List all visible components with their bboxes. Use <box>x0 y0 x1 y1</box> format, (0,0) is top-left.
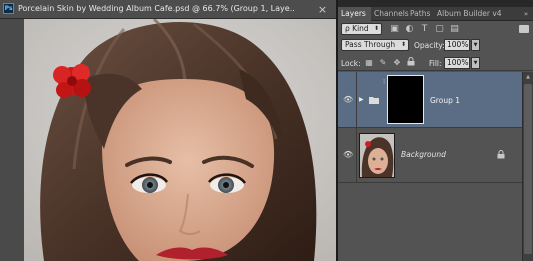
panel-title-bar[interactable] <box>338 0 533 7</box>
tab-paths[interactable]: Paths <box>407 7 434 21</box>
canvas[interactable] <box>24 19 336 261</box>
select-arrows-icon: ⬍ <box>373 25 379 32</box>
tab-layers[interactable]: Layers <box>338 7 371 21</box>
type-icon[interactable]: T <box>418 23 431 35</box>
eye-icon[interactable]: 👁 <box>343 150 353 160</box>
document-title: Porcelain Skin by Wedding Album Cafe.psd… <box>18 4 294 13</box>
fill-label: Fill: <box>429 59 442 68</box>
layer-name[interactable]: Background <box>401 150 446 159</box>
select-arrows-icon: ⬍ <box>400 41 406 48</box>
filter-kind-select[interactable]: ρ Kind ⬍ <box>341 23 382 35</box>
expand-arrow-icon[interactable]: ▶ <box>359 96 366 104</box>
document-window: Ps Porcelain Skin by Wedding Album Cafe.… <box>0 0 336 261</box>
panel-tabs: Layers Channels Paths Album Builder v4 » <box>338 7 533 21</box>
blend-mode-select[interactable]: Pass Through ⬍ <box>341 39 409 51</box>
close-icon[interactable]: × <box>316 3 329 16</box>
layer-row-group-1[interactable]: 👁 ▶ ⁞ Group 1 <box>338 72 522 128</box>
fill-dropdown-icon[interactable]: ▼ <box>471 57 480 69</box>
document-tab[interactable]: Ps Porcelain Skin by Wedding Album Cafe.… <box>0 0 336 19</box>
divider <box>356 72 357 127</box>
layers-panel: Layers Channels Paths Album Builder v4 »… <box>338 0 533 261</box>
layer-mask-thumbnail[interactable] <box>387 75 424 124</box>
filter-toggle[interactable] <box>519 25 529 33</box>
lock-icon <box>497 150 505 159</box>
blend-row: Pass Through ⬍ Opacity: 100% ▼ <box>338 37 533 54</box>
lock-pixels-icon[interactable]: ✎ <box>377 57 389 69</box>
smart-object-icon[interactable]: ▤ <box>448 23 461 35</box>
lock-label: Lock: <box>341 59 361 68</box>
photoshop-icon: Ps <box>3 3 14 14</box>
opacity-input[interactable]: 100% <box>444 39 470 51</box>
layer-thumbnail[interactable] <box>359 133 395 178</box>
opacity-dropdown-icon[interactable]: ▼ <box>471 39 480 51</box>
scroll-thumb[interactable] <box>524 84 532 254</box>
lock-position-icon[interactable]: ✥ <box>391 57 403 69</box>
scroll-up-icon[interactable]: ▲ <box>523 72 533 82</box>
image-icon[interactable]: ▣ <box>388 23 401 35</box>
shape-icon[interactable]: ▢ <box>433 23 446 35</box>
lock-row: Lock: ▦ ✎ ✥ Fill: 100% ▼ <box>338 55 533 71</box>
fill-input[interactable]: 100% <box>444 57 470 69</box>
folder-icon <box>369 96 379 104</box>
blend-mode-value: Pass Through <box>345 40 396 49</box>
adjustment-icon[interactable]: ◐ <box>403 23 416 35</box>
panel-menu-icon[interactable]: » <box>520 9 532 19</box>
divider <box>356 128 357 182</box>
tab-channels[interactable]: Channels <box>371 7 409 21</box>
layer-filter-row: ρ Kind ⬍ ▣ ◐ T ▢ ▤ <box>338 22 533 37</box>
layer-name[interactable]: Group 1 <box>430 96 460 105</box>
lock-transparent-icon[interactable]: ▦ <box>363 57 375 69</box>
lock-all-icon[interactable] <box>405 57 417 69</box>
filter-kind-label: ρ Kind <box>345 24 369 33</box>
eye-icon[interactable]: 👁 <box>343 95 353 105</box>
portrait-image <box>24 19 336 261</box>
layers-list: 👁 ▶ ⁞ Group 1 👁 Background <box>338 72 522 261</box>
opacity-label: Opacity: <box>414 41 445 50</box>
layers-scrollbar[interactable]: ▲ <box>522 72 533 261</box>
flower <box>53 64 91 98</box>
tab-album-builder[interactable]: Album Builder v4 <box>434 7 518 21</box>
layer-row-background[interactable]: 👁 Background <box>338 128 522 183</box>
